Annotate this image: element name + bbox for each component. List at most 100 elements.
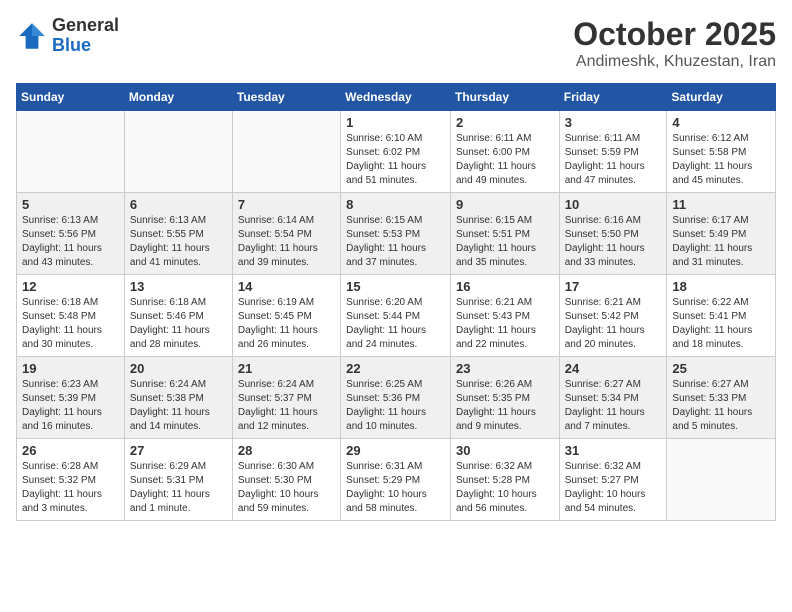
day-info: Sunrise: 6:16 AM Sunset: 5:50 PM Dayligh… — [565, 214, 662, 270]
logo-icon — [16, 20, 48, 52]
day-number: 5 — [22, 197, 119, 212]
calendar-week-row: 26Sunrise: 6:28 AM Sunset: 5:32 PM Dayli… — [17, 439, 776, 521]
calendar-cell — [232, 111, 340, 193]
calendar-cell: 24Sunrise: 6:27 AM Sunset: 5:34 PM Dayli… — [559, 357, 667, 439]
weekday-header-tuesday: Tuesday — [232, 84, 340, 111]
calendar-cell: 31 Sunrise: 6:32 AM Sunset: 5:27 PM Dayli… — [559, 439, 667, 521]
day-info: Sunrise: 6:29 AM Sunset: 5:31 PM Dayligh… — [130, 460, 227, 516]
day-number: 14 — [238, 279, 335, 294]
day-number: 7 — [238, 197, 335, 212]
day-number: 28 — [238, 443, 335, 458]
day-number: 9 — [456, 197, 554, 212]
day-info: Sunrise: 6:30 AM Sunset: 5:30 PM Dayligh… — [238, 460, 335, 516]
day-info: Sunrise: 6:19 AM Sunset: 5:45 PM Dayligh… — [238, 296, 335, 352]
day-info: Sunrise: 6:27 AM Sunset: 5:34 PM Dayligh… — [565, 378, 662, 434]
calendar-week-row: 12 Sunrise: 6:18 AM Sunset: 5:48 PM Dayli… — [17, 275, 776, 357]
weekday-header-monday: Monday — [124, 84, 232, 111]
day-info: Sunrise: 6:32 AM Sunset: 5:28 PM Dayligh… — [456, 460, 554, 516]
day-info: Sunrise: 6:20 AM Sunset: 5:44 PM Dayligh… — [346, 296, 445, 352]
calendar-cell: 14 Sunrise: 6:19 AM Sunset: 5:45 PM Dayli… — [232, 275, 340, 357]
day-info: Sunrise: 6:32 AM Sunset: 5:27 PM Dayligh… — [565, 460, 662, 516]
day-number: 23 — [456, 361, 554, 376]
day-info: Sunrise: 6:28 AM Sunset: 5:32 PM Dayligh… — [22, 460, 119, 516]
day-info: Sunrise: 6:21 AM Sunset: 5:43 PM Dayligh… — [456, 296, 554, 352]
calendar-cell — [124, 111, 232, 193]
day-number: 18 — [672, 279, 770, 294]
day-info: Sunrise: 6:18 AM Sunset: 5:46 PM Dayligh… — [130, 296, 227, 352]
day-info: Sunrise: 6:17 AM Sunset: 5:49 PM Dayligh… — [672, 214, 770, 270]
day-number: 30 — [456, 443, 554, 458]
day-number: 1 — [346, 115, 445, 130]
day-info: Sunrise: 6:12 AM Sunset: 5:58 PM Dayligh… — [672, 132, 770, 188]
day-number: 3 — [565, 115, 662, 130]
calendar-cell: 15Sunrise: 6:20 AM Sunset: 5:44 PM Dayli… — [341, 275, 451, 357]
day-number: 16 — [456, 279, 554, 294]
calendar-cell: 5 Sunrise: 6:13 AM Sunset: 5:56 PM Daylig… — [17, 193, 125, 275]
calendar-cell: 28 Sunrise: 6:30 AM Sunset: 5:30 PM Dayli… — [232, 439, 340, 521]
calendar-cell: 7 Sunrise: 6:14 AM Sunset: 5:54 PM Daylig… — [232, 193, 340, 275]
calendar-cell: 20 Sunrise: 6:24 AM Sunset: 5:38 PM Dayli… — [124, 357, 232, 439]
day-number: 17 — [565, 279, 662, 294]
day-number: 8 — [346, 197, 445, 212]
day-number: 31 — [565, 443, 662, 458]
calendar-cell: 6Sunrise: 6:13 AM Sunset: 5:55 PM Daylig… — [124, 193, 232, 275]
calendar-cell: 17 Sunrise: 6:21 AM Sunset: 5:42 PM Dayli… — [559, 275, 667, 357]
page-header: General Blue October 2025 Andimeshk, Khu… — [16, 16, 776, 71]
calendar-cell: 12 Sunrise: 6:18 AM Sunset: 5:48 PM Dayli… — [17, 275, 125, 357]
day-info: Sunrise: 6:24 AM Sunset: 5:37 PM Dayligh… — [238, 378, 335, 434]
day-number: 13 — [130, 279, 227, 294]
day-number: 2 — [456, 115, 554, 130]
calendar-cell: 2Sunrise: 6:11 AM Sunset: 6:00 PM Daylig… — [450, 111, 559, 193]
day-info: Sunrise: 6:15 AM Sunset: 5:53 PM Dayligh… — [346, 214, 445, 270]
day-info: Sunrise: 6:10 AM Sunset: 6:02 PM Dayligh… — [346, 132, 445, 188]
day-info: Sunrise: 6:25 AM Sunset: 5:36 PM Dayligh… — [346, 378, 445, 434]
day-info: Sunrise: 6:18 AM Sunset: 5:48 PM Dayligh… — [22, 296, 119, 352]
month-title: October 2025 — [573, 16, 776, 53]
day-number: 25 — [672, 361, 770, 376]
calendar-cell: 22 Sunrise: 6:25 AM Sunset: 5:36 PM Dayli… — [341, 357, 451, 439]
calendar-week-row: 5 Sunrise: 6:13 AM Sunset: 5:56 PM Daylig… — [17, 193, 776, 275]
calendar-table: SundayMondayTuesdayWednesdayThursdayFrid… — [16, 83, 776, 521]
day-number: 4 — [672, 115, 770, 130]
day-info: Sunrise: 6:26 AM Sunset: 5:35 PM Dayligh… — [456, 378, 554, 434]
calendar-cell: 27Sunrise: 6:29 AM Sunset: 5:31 PM Dayli… — [124, 439, 232, 521]
calendar-cell: 4 Sunrise: 6:12 AM Sunset: 5:58 PM Daylig… — [667, 111, 776, 193]
calendar-cell: 18 Sunrise: 6:22 AM Sunset: 5:41 PM Dayli… — [667, 275, 776, 357]
calendar-week-row: 19Sunrise: 6:23 AM Sunset: 5:39 PM Dayli… — [17, 357, 776, 439]
calendar-cell: 19Sunrise: 6:23 AM Sunset: 5:39 PM Dayli… — [17, 357, 125, 439]
day-number: 29 — [346, 443, 445, 458]
logo: General Blue — [16, 16, 119, 56]
day-number: 19 — [22, 361, 119, 376]
day-number: 10 — [565, 197, 662, 212]
weekday-header-friday: Friday — [559, 84, 667, 111]
calendar-cell: 10 Sunrise: 6:16 AM Sunset: 5:50 PM Dayli… — [559, 193, 667, 275]
day-info: Sunrise: 6:15 AM Sunset: 5:51 PM Dayligh… — [456, 214, 554, 270]
calendar-cell — [667, 439, 776, 521]
day-info: Sunrise: 6:21 AM Sunset: 5:42 PM Dayligh… — [565, 296, 662, 352]
weekday-header-row: SundayMondayTuesdayWednesdayThursdayFrid… — [17, 84, 776, 111]
calendar-cell: 11 Sunrise: 6:17 AM Sunset: 5:49 PM Dayli… — [667, 193, 776, 275]
day-info: Sunrise: 6:22 AM Sunset: 5:41 PM Dayligh… — [672, 296, 770, 352]
day-info: Sunrise: 6:24 AM Sunset: 5:38 PM Dayligh… — [130, 378, 227, 434]
day-number: 22 — [346, 361, 445, 376]
weekday-header-wednesday: Wednesday — [341, 84, 451, 111]
day-info: Sunrise: 6:31 AM Sunset: 5:29 PM Dayligh… — [346, 460, 445, 516]
calendar-cell: 3Sunrise: 6:11 AM Sunset: 5:59 PM Daylig… — [559, 111, 667, 193]
day-number: 12 — [22, 279, 119, 294]
logo-general: General — [52, 16, 119, 36]
day-info: Sunrise: 6:27 AM Sunset: 5:33 PM Dayligh… — [672, 378, 770, 434]
calendar-cell: 25 Sunrise: 6:27 AM Sunset: 5:33 PM Dayli… — [667, 357, 776, 439]
day-number: 20 — [130, 361, 227, 376]
day-number: 11 — [672, 197, 770, 212]
logo-blue: Blue — [52, 36, 119, 56]
calendar-cell: 1 Sunrise: 6:10 AM Sunset: 6:02 PM Daylig… — [341, 111, 451, 193]
location: Andimeshk, Khuzestan, Iran — [573, 53, 776, 71]
calendar-cell: 30 Sunrise: 6:32 AM Sunset: 5:28 PM Dayli… — [450, 439, 559, 521]
day-info: Sunrise: 6:13 AM Sunset: 5:55 PM Dayligh… — [130, 214, 227, 270]
calendar-cell: 23 Sunrise: 6:26 AM Sunset: 5:35 PM Dayli… — [450, 357, 559, 439]
weekday-header-sunday: Sunday — [17, 84, 125, 111]
day-info: Sunrise: 6:13 AM Sunset: 5:56 PM Dayligh… — [22, 214, 119, 270]
calendar-cell — [17, 111, 125, 193]
calendar-cell: 26Sunrise: 6:28 AM Sunset: 5:32 PM Dayli… — [17, 439, 125, 521]
day-info: Sunrise: 6:14 AM Sunset: 5:54 PM Dayligh… — [238, 214, 335, 270]
